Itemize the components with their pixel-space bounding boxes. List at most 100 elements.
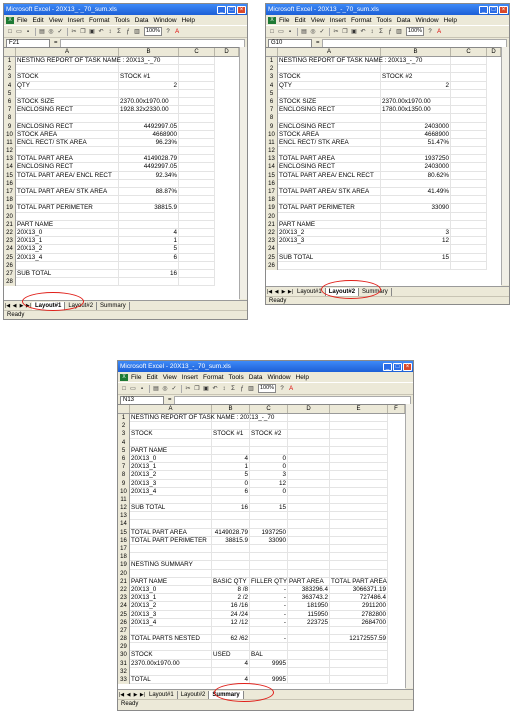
sheet-tab[interactable]: Summary	[97, 301, 130, 310]
cell[interactable]	[179, 122, 215, 131]
row-number[interactable]: 12	[118, 504, 130, 513]
cell[interactable]	[278, 65, 381, 74]
cell[interactable]: NESTING REPORT OF TASK NAME : 20X13_-_70	[130, 414, 274, 423]
cell[interactable]: -	[250, 635, 288, 644]
cell[interactable]	[179, 269, 215, 279]
cell[interactable]: 1	[119, 237, 179, 246]
cell[interactable]	[451, 73, 487, 82]
cell[interactable]	[179, 278, 215, 287]
cell[interactable]	[288, 487, 330, 496]
cell[interactable]: 4	[212, 454, 250, 464]
minimize-icon[interactable]: _	[217, 5, 226, 14]
cell[interactable]	[130, 438, 212, 447]
menu-tools[interactable]: Tools	[229, 374, 244, 381]
row-number[interactable]: 22	[266, 228, 278, 238]
first-sheet-nav-icon[interactable]: |◀	[266, 289, 273, 295]
row-number[interactable]: 14	[118, 520, 130, 529]
sort-icon[interactable]: ↕	[368, 28, 376, 36]
row-number[interactable]: 14	[266, 163, 278, 172]
cell[interactable]: TOTAL PART AREA/ STK AREA	[16, 188, 119, 197]
maximize-icon[interactable]: □	[393, 362, 402, 371]
prev-sheet-nav-icon[interactable]: ◀	[125, 692, 132, 698]
cell[interactable]	[288, 545, 330, 554]
cell[interactable]: 6	[212, 487, 250, 496]
cut-icon[interactable]: ✂	[184, 385, 192, 393]
cell[interactable]	[250, 667, 288, 676]
cell[interactable]	[250, 446, 288, 455]
row-number[interactable]: 2	[118, 422, 130, 431]
row-number[interactable]: 19	[266, 204, 278, 213]
cell[interactable]: STOCK #1	[212, 430, 250, 439]
cell[interactable]	[330, 651, 388, 660]
cell[interactable]	[381, 261, 451, 270]
row-number[interactable]: 8	[118, 471, 130, 480]
cell[interactable]: 38815.9	[212, 536, 250, 545]
cell[interactable]: 2403000	[381, 122, 451, 131]
cell[interactable]: ENCLOSING RECT	[16, 122, 119, 131]
cell[interactable]: 20X13_0	[130, 585, 212, 595]
cell[interactable]	[119, 261, 179, 270]
cell[interactable]	[119, 278, 179, 287]
row-number[interactable]: 25	[4, 253, 16, 262]
cell[interactable]: 2370.00x1970.00	[130, 659, 212, 668]
cell[interactable]	[451, 228, 487, 238]
next-sheet-nav-icon[interactable]: ▶	[280, 289, 287, 295]
row-number[interactable]: 7	[266, 106, 278, 115]
cell[interactable]	[330, 569, 388, 578]
cell[interactable]: BASIC QTY	[212, 577, 250, 586]
cell[interactable]	[451, 204, 487, 213]
menu-insert[interactable]: Insert	[68, 17, 84, 24]
row-number[interactable]: 12	[266, 147, 278, 156]
cell[interactable]	[179, 220, 215, 229]
menu-view[interactable]: View	[163, 374, 177, 381]
cell[interactable]: NESTING REPORT OF TASK NAME : 20X13_-_70	[16, 57, 160, 66]
menu-view[interactable]: View	[49, 17, 63, 24]
cell[interactable]: SUB TOTAL	[16, 269, 119, 279]
cell[interactable]: 5	[212, 471, 250, 480]
cell[interactable]	[212, 422, 250, 431]
cell[interactable]	[278, 261, 381, 270]
cell[interactable]	[179, 89, 215, 98]
cell[interactable]: STOCK	[130, 430, 212, 439]
cell[interactable]: 12172557.59	[330, 635, 388, 644]
cell[interactable]	[451, 245, 487, 254]
cell[interactable]	[179, 106, 215, 115]
cell[interactable]: 5	[119, 245, 179, 254]
autosum-icon[interactable]: Σ	[229, 385, 237, 393]
row-number[interactable]: 2	[4, 65, 16, 74]
select-all-corner[interactable]	[4, 48, 16, 56]
cell[interactable]	[179, 73, 215, 82]
cell[interactable]	[288, 504, 330, 513]
cell[interactable]: 2	[119, 81, 179, 90]
row-number[interactable]: 10	[266, 130, 278, 139]
cell[interactable]	[330, 520, 388, 529]
cell[interactable]: 0	[250, 454, 288, 464]
cell[interactable]	[288, 651, 330, 660]
cell[interactable]: 0	[250, 487, 288, 496]
zoom-select[interactable]: 100%	[258, 384, 277, 393]
row-number[interactable]: 28	[4, 278, 16, 287]
column-header[interactable]: A	[130, 405, 212, 413]
cell[interactable]	[179, 138, 215, 148]
row-number[interactable]: 15	[4, 171, 16, 180]
cell[interactable]: 4	[212, 659, 250, 668]
zoom-select[interactable]: 100%	[144, 27, 163, 36]
cell[interactable]	[212, 569, 250, 578]
cell[interactable]	[451, 65, 487, 74]
undo-icon[interactable]: ↶	[97, 28, 105, 36]
cell[interactable]: 9995	[250, 659, 288, 668]
cell[interactable]	[288, 454, 330, 464]
row-number[interactable]: 22	[4, 228, 16, 238]
row-number[interactable]: 16	[4, 179, 16, 188]
cell[interactable]: PART NAME	[130, 446, 212, 455]
cell[interactable]: 16	[212, 504, 250, 513]
cell[interactable]: 6	[119, 253, 179, 262]
cell[interactable]	[16, 179, 119, 188]
cell[interactable]: NESTING REPORT OF TASK NAME : 20X13_-_70	[278, 57, 422, 66]
cell[interactable]: PART NAME	[16, 220, 119, 229]
prev-sheet-nav-icon[interactable]: ◀	[273, 289, 280, 295]
font-color-icon[interactable]: A	[435, 28, 443, 36]
minimize-icon[interactable]: _	[479, 5, 488, 14]
menu-insert[interactable]: Insert	[330, 17, 346, 24]
row-number[interactable]: 4	[266, 81, 278, 90]
